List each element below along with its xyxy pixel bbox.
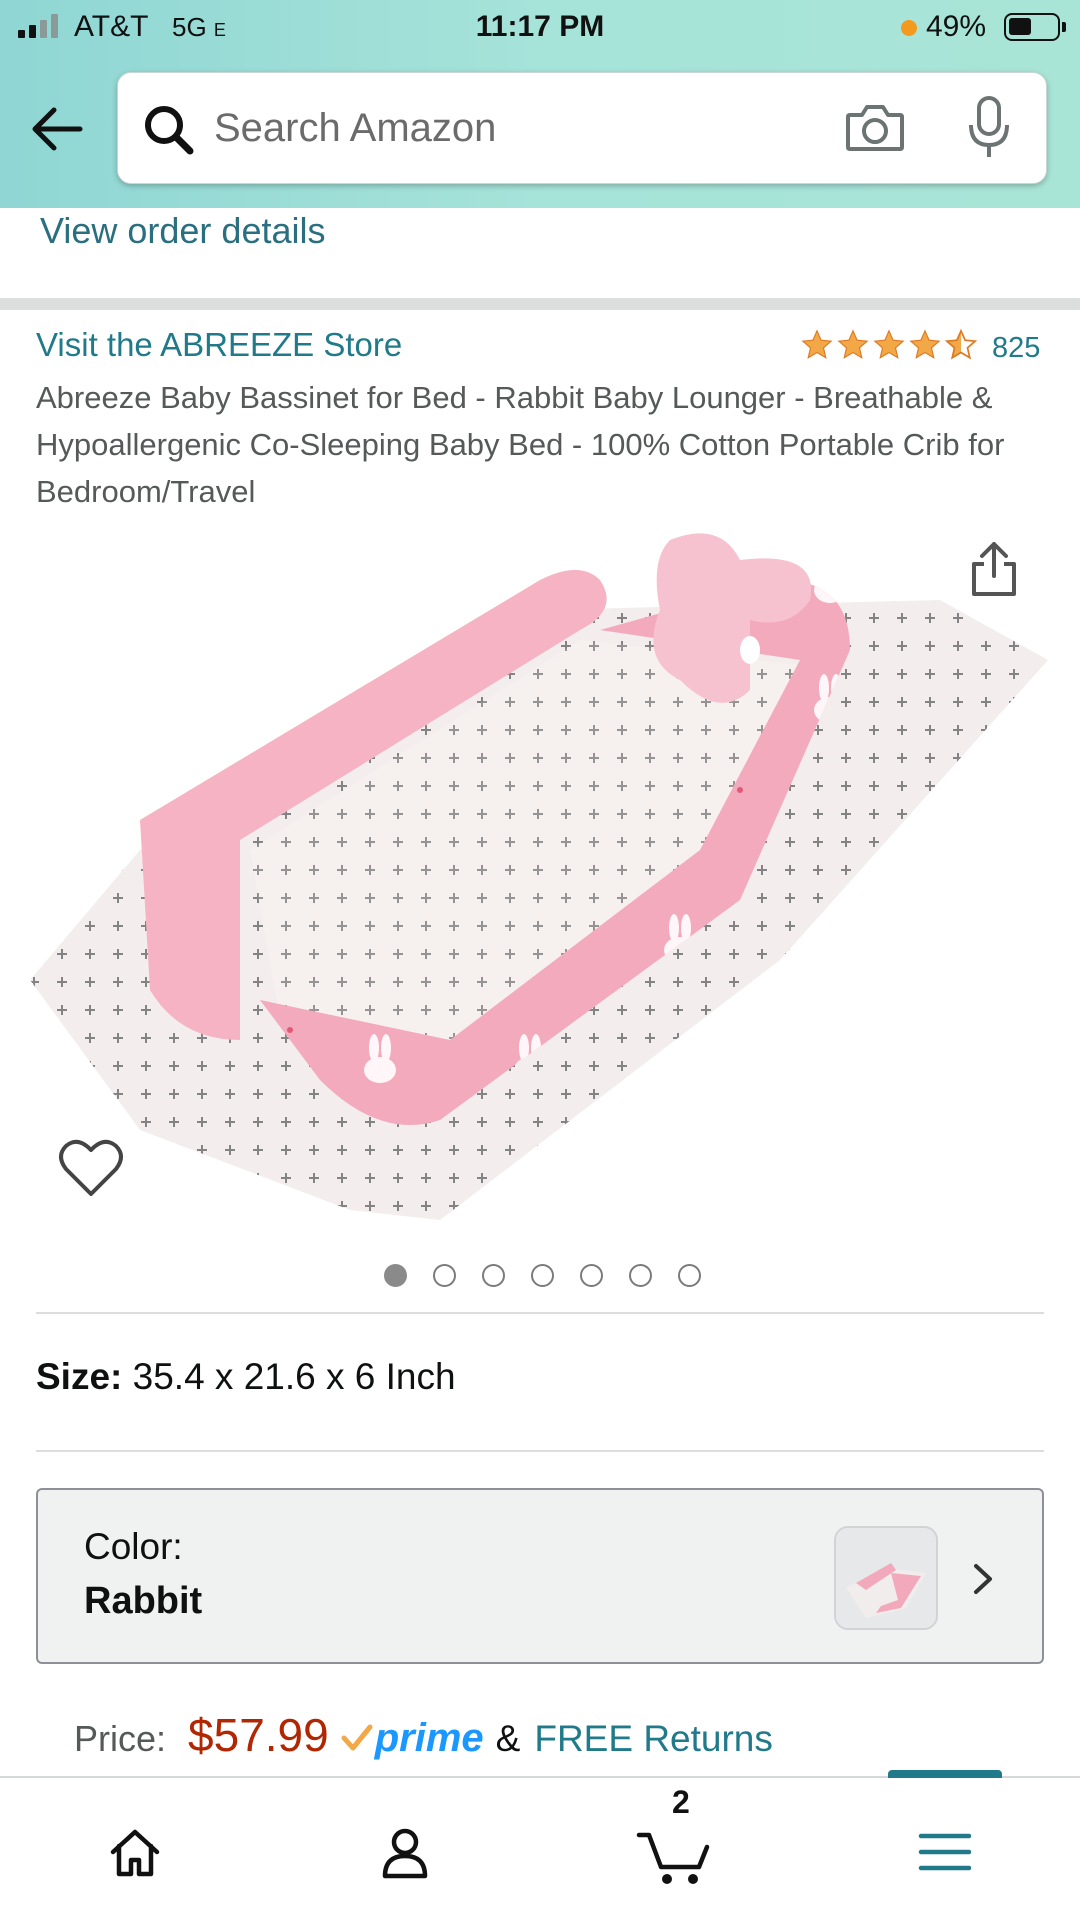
color-label: Color: (84, 1526, 183, 1567)
active-tab-indicator (888, 1770, 1002, 1778)
image-carousel-indicator (0, 1264, 1080, 1287)
carousel-dot[interactable] (432, 1264, 456, 1287)
price-row: Price: $57.99 prime & FREE Returns (74, 1708, 773, 1768)
camera-icon[interactable] (844, 101, 906, 155)
rating-stars[interactable] (800, 328, 978, 364)
prime-badge: prime (341, 1716, 484, 1761)
nav-menu-button[interactable] (900, 1812, 990, 1892)
rating-count[interactable]: 825 (992, 332, 1040, 365)
view-order-details-link[interactable]: View order details (40, 210, 326, 252)
section-divider (0, 298, 1080, 310)
carousel-dot[interactable] (383, 1264, 407, 1287)
product-title: Abreeze Baby Bassinet for Bed - Rabbit B… (36, 380, 1005, 509)
product-image[interactable] (20, 520, 1060, 1220)
microphone-icon[interactable] (966, 95, 1012, 161)
price-label: Price: (74, 1718, 167, 1759)
color-thumbnail (834, 1526, 938, 1630)
free-returns-link[interactable]: FREE Returns (534, 1718, 773, 1760)
home-icon (110, 1829, 160, 1877)
app-header: AT&T 5G E 11:17 PM 49% (0, 0, 1080, 208)
prime-check-icon (341, 1724, 373, 1751)
cart-count-badge: 2 (672, 1784, 690, 1820)
search-bar[interactable] (117, 72, 1047, 184)
carousel-dot[interactable] (677, 1264, 701, 1287)
status-bar: AT&T 5G E 11:17 PM 49% (0, 0, 1080, 56)
search-icon[interactable] (142, 103, 196, 157)
carousel-dot[interactable] (579, 1264, 603, 1287)
menu-icon (918, 1833, 972, 1871)
privacy-indicator-icon (901, 20, 917, 36)
ampersand: & (495, 1718, 521, 1759)
back-button[interactable] (28, 100, 86, 158)
price-value: $57.99 (188, 1709, 329, 1761)
size-row: Size: 35.4 x 21.6 x 6 Inch (36, 1356, 456, 1398)
prime-text: prime (374, 1716, 484, 1760)
nav-cart-button[interactable] (630, 1812, 720, 1892)
battery-percent: 49% (926, 10, 987, 43)
star-full-icon (837, 329, 869, 359)
carousel-dot[interactable] (481, 1264, 505, 1287)
back-arrow-icon (32, 107, 83, 151)
size-label: Size: (36, 1356, 123, 1397)
nav-home-button[interactable] (90, 1812, 180, 1892)
search-input[interactable] (214, 97, 754, 159)
color-selector[interactable]: Color: Rabbit (36, 1488, 1044, 1664)
divider (36, 1312, 1044, 1314)
battery-icon (1004, 13, 1066, 41)
heart-icon (59, 1139, 123, 1196)
star-full-icon (909, 329, 941, 359)
star-full-icon (801, 329, 833, 359)
size-value: 35.4 x 21.6 x 6 Inch (132, 1356, 456, 1397)
account-icon (382, 1828, 428, 1879)
bottom-navigation: 2 (0, 1770, 1080, 1920)
wishlist-button[interactable] (58, 1138, 124, 1198)
clock: 11:17 PM (475, 10, 605, 43)
color-value: Rabbit (84, 1580, 203, 1622)
chevron-right-icon (974, 1564, 992, 1594)
star-full-icon (873, 329, 905, 359)
star-half-icon (944, 328, 978, 360)
nav-account-button[interactable] (360, 1812, 450, 1892)
carousel-dot[interactable] (628, 1264, 652, 1287)
store-link[interactable]: Visit the ABREEZE Store (36, 326, 402, 364)
share-button[interactable] (968, 540, 1020, 598)
carousel-dot[interactable] (530, 1264, 554, 1287)
cart-icon (636, 1832, 710, 1884)
share-icon (972, 542, 1016, 596)
divider (36, 1450, 1044, 1452)
